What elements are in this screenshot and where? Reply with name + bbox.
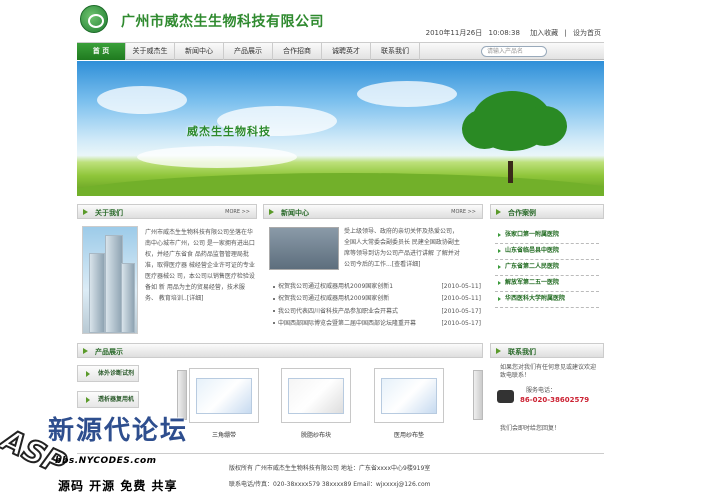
product-caption[interactable]: 医用纱布垫 (374, 430, 444, 439)
footer-copyright: 版权所有 广州市威杰生生物科技有限公司 地址：广东省xxxx中心9楼919室 (229, 465, 431, 472)
news-date: [2010-05-17] (441, 319, 481, 327)
cases-title: 合作案例 (508, 209, 536, 217)
case-item[interactable]: 山东省临邑县中医院 (495, 244, 599, 260)
news-panel-header: 新闻中心 MORE >> (263, 204, 483, 219)
contact-title: 联系我们 (508, 348, 536, 356)
watermark-url: bbs.NYCODES.com (55, 456, 157, 466)
product-card[interactable] (374, 368, 444, 423)
hotline-number: 86-020-38602579 (520, 396, 590, 404)
bookmark-link[interactable]: 加入收藏 (530, 29, 558, 37)
news-date: [2010-05-17] (441, 307, 481, 315)
product-card[interactable] (281, 368, 351, 423)
scroll-right-arrow[interactable] (473, 370, 483, 420)
nav-careers[interactable]: 诚聘英才 (322, 43, 371, 60)
nav-news[interactable]: 新闻中心 (175, 43, 224, 60)
news-title-text[interactable]: 中国西部国际博览会暨第二届中国西部论坛隆重开幕 (278, 320, 416, 327)
contact-box: 如果您对我们有任何意见或建议欢迎致电联系！ 服务电话： 86-020-38602… (490, 358, 601, 438)
cases-list: 张家口第一附属医院 山东省临邑县中医院 广东省第二人民医院 解放军第二五一医院 … (495, 228, 599, 308)
nav-partnership[interactable]: 合作招商 (273, 43, 322, 60)
products-panel-header: 产品展示 (77, 343, 483, 358)
nav-home[interactable]: 首 页 (77, 43, 126, 60)
arrow-icon (496, 209, 501, 215)
current-date: 2010年11月26日 (425, 29, 483, 37)
set-homepage-link[interactable]: 设为首页 (573, 29, 601, 37)
products-title: 产品展示 (95, 348, 123, 356)
news-photo[interactable] (269, 227, 339, 270)
current-time: 10:08:38 (488, 29, 520, 37)
hotline-label: 服务电话： (526, 387, 557, 394)
nav-contact[interactable]: 联系我们 (371, 43, 420, 60)
nav-about[interactable]: 关于威杰生 (126, 43, 175, 60)
building-image (82, 226, 138, 334)
separator: | (564, 29, 567, 37)
tree-crown (462, 109, 507, 149)
about-title: 关于我们 (95, 209, 123, 217)
case-item[interactable]: 解放军第二五一医院 (495, 276, 599, 292)
arrow-icon (83, 348, 88, 354)
news-more-link[interactable]: MORE >> (451, 209, 476, 215)
news-title-text[interactable]: 祝贺我公司通过权威器用机2009国家创新1 (278, 283, 393, 290)
footer-contact: 联系电话/传真：020-38xxxx579 38xxxx89 Email：wjx… (229, 481, 431, 488)
product-caption[interactable]: 脱脂纱布块 (281, 430, 351, 439)
case-item[interactable]: 广东省第二人民医院 (495, 260, 599, 276)
list-item[interactable]: 祝贺我公司通过权威器用机2009国家创新 [2010-05-11] (273, 293, 481, 305)
news-title: 新闻中心 (281, 209, 309, 217)
forum-watermark: ASP 新源代论坛 bbs.NYCODES.com 源码 开源 免费 共享 (0, 405, 210, 500)
contact-closing: 我们会即时给您回复！ (500, 425, 561, 432)
grass-hill (77, 173, 604, 196)
company-name: 广州市威杰生生物科技有限公司 (121, 14, 324, 30)
arrow-icon (496, 348, 501, 354)
arrow-icon (83, 209, 88, 215)
category-ivd-reagents[interactable]: 体外诊断试剂 (77, 365, 139, 382)
watermark-title: 新源代论坛 (48, 416, 189, 446)
news-intro[interactable]: 受上级领导、政府的亲切关怀及热爱公司，全国人大常委会副委员长 民建全国政协副主席… (344, 226, 462, 270)
banner-slogan: 威杰生生物科技 (187, 125, 271, 138)
about-description: 广州市威杰生生物科技有限公司坐落在华南中心城市广州，公司 是一家拥有进出口权，并… (145, 229, 255, 302)
news-title-text[interactable]: 祝贺我公司通过权威器用机2009国家创新 (278, 295, 389, 302)
site-header: 广州市威杰生生物科技有限公司 (77, 0, 377, 40)
watermark-slogan: 源码 开源 免费 共享 (58, 479, 178, 493)
list-item[interactable]: 我公司代表四川省科技产品参加职业会开幕式 [2010-05-17] (273, 306, 481, 318)
telephone-icon (497, 390, 514, 403)
list-item[interactable]: 祝贺我公司通过权威器用机2009国家创新1 [2010-05-11] (273, 281, 481, 293)
company-logo[interactable] (80, 5, 108, 33)
arrow-icon (269, 209, 274, 215)
main-navigation: 首 页 关于威杰生 新闻中心 产品展示 合作招商 诚聘英才 联系我们 请输入产品… (77, 42, 604, 60)
news-date: [2010-05-11] (441, 283, 481, 290)
about-more-link[interactable]: MORE >> (225, 209, 250, 215)
tree-crown (522, 106, 567, 146)
contact-intro: 如果您对我们有任何意见或建议欢迎致电联系！ (500, 364, 597, 379)
cases-panel-header: 合作案例 (490, 204, 604, 219)
nav-products[interactable]: 产品展示 (224, 43, 273, 60)
case-item[interactable]: 张家口第一附属医院 (495, 228, 599, 244)
cloud-shape (357, 81, 457, 107)
top-utility-bar: 2010年11月26日 10:08:38 加入收藏 | 设为首页 (422, 28, 601, 38)
news-title-text[interactable]: 我公司代表四川省科技产品参加职业会开幕式 (278, 308, 398, 315)
contact-panel-header: 联系我们 (490, 343, 604, 358)
tree-trunk (508, 161, 513, 183)
hero-banner: 威杰生生物科技 (77, 61, 604, 196)
news-list: 祝贺我公司通过权威器用机2009国家创新1 [2010-05-11] 祝贺我公司通… (273, 281, 481, 330)
about-panel-header: 关于我们 MORE >> (77, 204, 257, 219)
case-item[interactable]: 华西医科大学附属医院 (495, 292, 599, 308)
cloud-shape (97, 86, 187, 114)
cloud-shape (137, 146, 297, 168)
search-input[interactable]: 请输入产品名 (481, 46, 547, 57)
news-date: [2010-05-11] (441, 295, 481, 303)
list-item[interactable]: 中国西部国际博览会暨第二届中国西部论坛隆重开幕 [2010-05-17] (273, 318, 481, 330)
